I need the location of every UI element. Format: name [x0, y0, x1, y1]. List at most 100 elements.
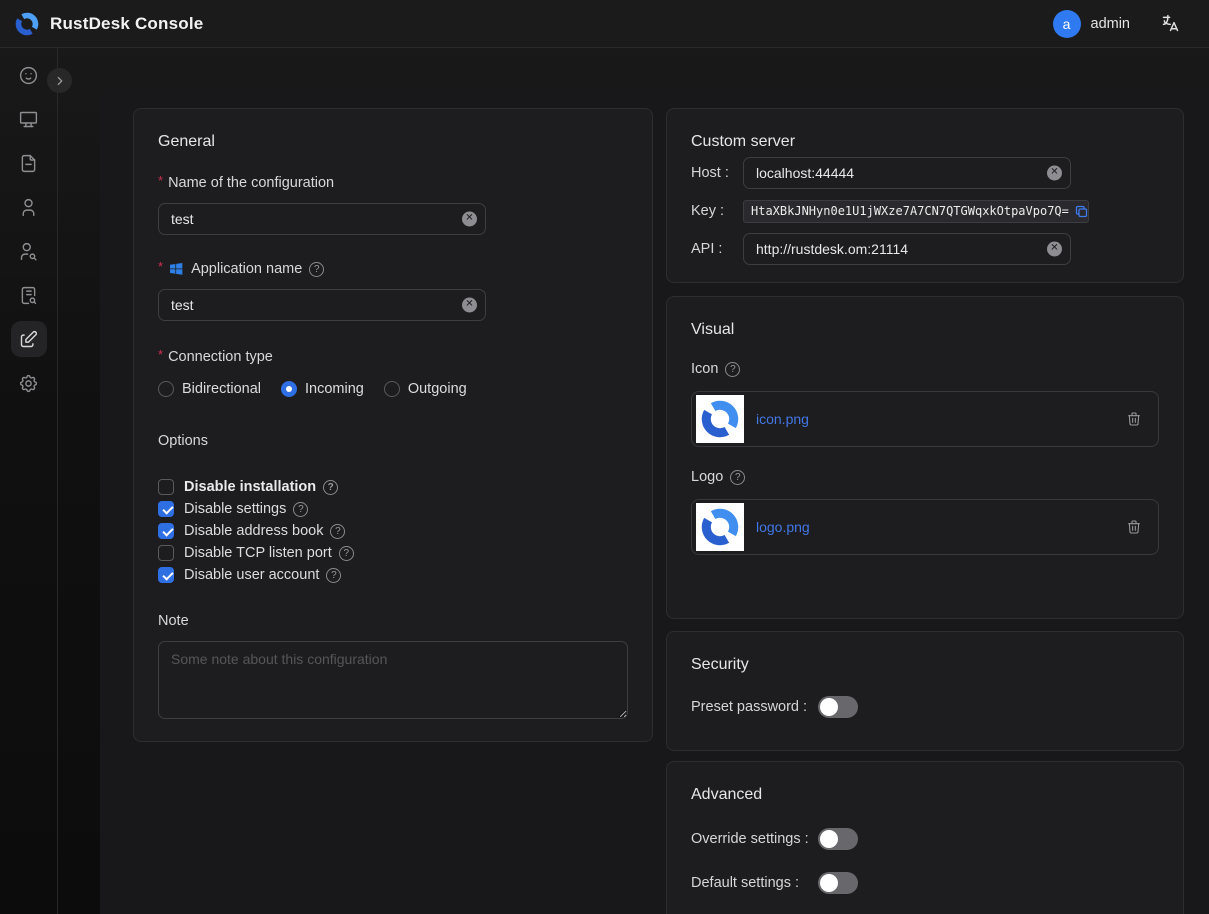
radio-dot: [158, 381, 174, 397]
check-disable-installation[interactable]: Disable installation ?: [158, 476, 628, 498]
icon-file-link[interactable]: icon.png: [756, 411, 809, 427]
host-input[interactable]: [743, 157, 1071, 189]
options-checklist: Disable installation ? Disable settings …: [158, 476, 628, 586]
help-icon: ?: [326, 568, 341, 583]
custom-server-title: Custom server: [691, 133, 1159, 151]
sidebar-item-settings[interactable]: [11, 365, 47, 401]
app-title: RustDesk Console: [50, 14, 203, 34]
gear-icon: [18, 373, 39, 394]
application-name-input[interactable]: [158, 289, 486, 321]
trash-icon[interactable]: [1126, 519, 1142, 535]
sidebar-item-users[interactable]: [11, 189, 47, 225]
radio-dot: [281, 381, 297, 397]
toggle-knob: [820, 874, 838, 892]
sidebar: [0, 48, 58, 914]
required-asterisk: *: [158, 262, 163, 272]
sidebar-item-configurations[interactable]: [11, 321, 47, 357]
key-value-chip: HtaXBkJNHyn0e1U1jWXze7A7CN7QTGWqxkOtpaVp…: [743, 200, 1089, 223]
default-settings-label: Default settings :: [691, 875, 818, 891]
clear-icon[interactable]: ✕: [462, 212, 477, 227]
checkbox[interactable]: [158, 523, 174, 539]
radio-dot: [384, 381, 400, 397]
default-settings-toggle[interactable]: [818, 872, 858, 894]
config-name-label: Name of the configuration: [168, 175, 334, 191]
logo-thumbnail: [696, 503, 744, 551]
smiley-icon: [18, 65, 39, 86]
copy-icon[interactable]: [1074, 204, 1089, 219]
application-name-label: Application name: [191, 261, 302, 277]
file-search-icon: [18, 285, 39, 306]
rustdesk-logo-icon: [14, 11, 40, 37]
advanced-card: Advanced Override settings : Default set…: [666, 761, 1184, 914]
visual-title: Visual: [691, 321, 1159, 339]
top-bar: RustDesk Console a admin: [0, 0, 1209, 48]
general-title: General: [158, 133, 628, 151]
note-textarea[interactable]: [158, 641, 628, 719]
main-panel: General * Name of the configuration ✕ * …: [100, 88, 1209, 914]
check-disable-settings[interactable]: Disable settings ?: [158, 498, 628, 520]
custom-server-card: Custom server Host : ✕ Key : HtaXBkJNHyn…: [666, 108, 1184, 283]
file-icon: [18, 153, 39, 174]
radio-outgoing[interactable]: Outgoing: [384, 381, 467, 397]
sidebar-item-documents[interactable]: [11, 145, 47, 181]
radio-incoming[interactable]: Incoming: [281, 381, 364, 397]
visual-card: Visual Icon ? icon.png Logo: [666, 296, 1184, 619]
security-card: Security Preset password :: [666, 631, 1184, 751]
clear-icon[interactable]: ✕: [462, 298, 477, 313]
sidebar-expand-button[interactable]: [47, 68, 72, 93]
check-disable-address-book[interactable]: Disable address book ?: [158, 520, 628, 542]
checkbox[interactable]: [158, 479, 174, 495]
help-icon: ?: [323, 480, 338, 495]
sidebar-item-dashboard[interactable]: [11, 57, 47, 93]
sidebar-item-audit[interactable]: [11, 277, 47, 313]
monitor-icon: [18, 109, 39, 130]
check-disable-user-account[interactable]: Disable user account ?: [158, 564, 628, 586]
connection-type-group: Bidirectional Incoming Outgoing: [158, 381, 628, 397]
sidebar-item-devices[interactable]: [11, 101, 47, 137]
advanced-title: Advanced: [691, 786, 1159, 804]
username[interactable]: admin: [1091, 16, 1131, 32]
check-disable-tcp-listen-port[interactable]: Disable TCP listen port ?: [158, 542, 628, 564]
options-label: Options: [158, 433, 208, 449]
help-icon: ?: [293, 502, 308, 517]
icon-label: Icon: [691, 361, 718, 377]
api-label: API :: [691, 241, 743, 257]
logo-file-link[interactable]: logo.png: [756, 519, 810, 535]
required-asterisk: *: [158, 350, 163, 360]
help-icon: ?: [330, 524, 345, 539]
user-search-icon: [18, 241, 39, 262]
clear-icon[interactable]: ✕: [1047, 242, 1062, 257]
config-name-input[interactable]: [158, 203, 486, 235]
radio-bidirectional[interactable]: Bidirectional: [158, 381, 261, 397]
help-icon: ?: [339, 546, 354, 561]
api-input[interactable]: [743, 233, 1071, 265]
icon-upload-row: icon.png: [691, 391, 1159, 447]
logo-label: Logo: [691, 469, 723, 485]
language-icon[interactable]: [1160, 13, 1181, 34]
security-title: Security: [691, 656, 1159, 674]
checkbox[interactable]: [158, 501, 174, 517]
preset-password-toggle[interactable]: [818, 696, 858, 718]
icon-thumbnail: [696, 395, 744, 443]
key-value: HtaXBkJNHyn0e1U1jWXze7A7CN7QTGWqxkOtpaVp…: [751, 204, 1069, 218]
checkbox[interactable]: [158, 567, 174, 583]
logo-upload-row: logo.png: [691, 499, 1159, 555]
key-label: Key :: [691, 203, 743, 219]
checkbox[interactable]: [158, 545, 174, 561]
override-settings-label: Override settings :: [691, 831, 818, 847]
brand: RustDesk Console: [14, 11, 203, 37]
help-icon: ?: [309, 262, 324, 277]
note-label: Note: [158, 613, 189, 629]
connection-type-label: Connection type: [168, 349, 273, 365]
user-icon: [18, 197, 39, 218]
clear-icon[interactable]: ✕: [1047, 166, 1062, 181]
help-icon: ?: [730, 470, 745, 485]
sidebar-item-groups[interactable]: [11, 233, 47, 269]
host-label: Host :: [691, 165, 743, 181]
trash-icon[interactable]: [1126, 411, 1142, 427]
override-settings-toggle[interactable]: [818, 828, 858, 850]
toggle-knob: [820, 830, 838, 848]
windows-logo-icon: [168, 261, 184, 277]
user-avatar[interactable]: a: [1053, 10, 1081, 38]
edit-icon: [18, 329, 39, 350]
